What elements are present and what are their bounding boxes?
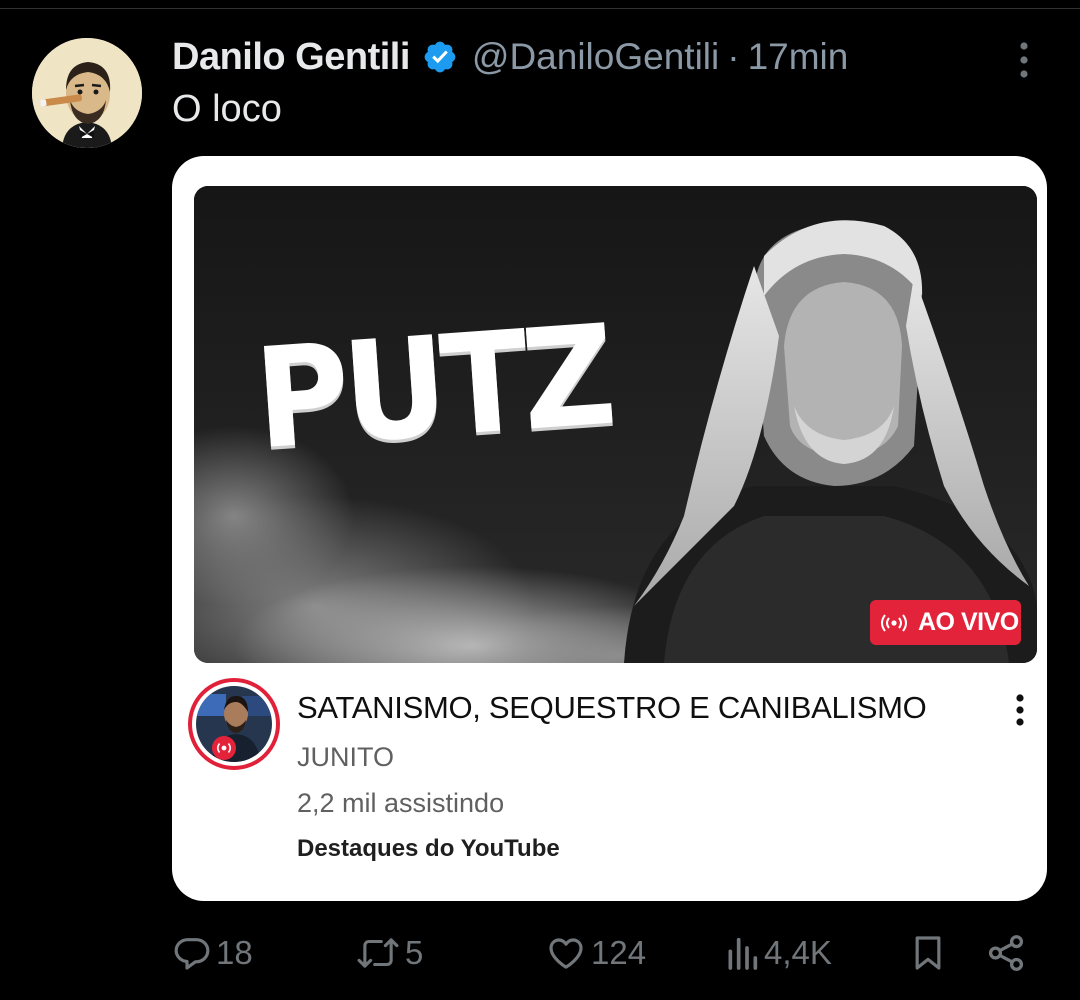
repost-button[interactable]: 5 bbox=[355, 925, 423, 981]
card-more-icon[interactable] bbox=[1002, 690, 1038, 730]
live-broadcast-icon bbox=[881, 613, 907, 632]
reply-icon bbox=[174, 938, 210, 970]
post-timestamp[interactable]: 17min bbox=[748, 36, 849, 78]
live-badge-label: AO VIVO bbox=[918, 608, 1019, 636]
repost-count: 5 bbox=[405, 934, 424, 971]
bookmark-button[interactable] bbox=[908, 925, 948, 981]
author-avatar[interactable] bbox=[32, 38, 142, 148]
author-handle[interactable]: @DaniloGentili bbox=[472, 36, 719, 78]
heart-icon bbox=[549, 938, 583, 969]
top-divider bbox=[0, 8, 1080, 9]
more-vertical-icon[interactable] bbox=[1000, 36, 1048, 84]
bookmark-icon bbox=[915, 936, 941, 970]
repost-icon bbox=[357, 938, 399, 968]
like-count: 124 bbox=[591, 934, 647, 971]
like-button[interactable]: 124 bbox=[545, 925, 646, 981]
post-actions: 18 5 124 4,4K bbox=[0, 925, 1080, 981]
viewer-count: 2,2 mil assistindo bbox=[297, 788, 505, 818]
verified-badge-icon[interactable] bbox=[422, 39, 458, 75]
author-name[interactable]: Danilo Gentili bbox=[172, 36, 410, 79]
video-title[interactable]: SATANISMO, SEQUESTRO E CANIBALISMO bbox=[297, 690, 927, 726]
thumbnail-title: PUTZ bbox=[250, 295, 615, 481]
views-chart-icon bbox=[728, 937, 758, 970]
channel-name[interactable]: JUNITO bbox=[297, 742, 394, 773]
share-button[interactable] bbox=[984, 925, 1028, 981]
channel-avatar-image bbox=[196, 686, 272, 762]
card-source: Destaques do YouTube bbox=[297, 835, 560, 862]
video-thumbnail[interactable]: PUTZ AO VIVO bbox=[194, 186, 1037, 663]
header-separator: · bbox=[727, 36, 740, 77]
post-text: O loco bbox=[172, 88, 282, 130]
views-count: 4,4K bbox=[764, 934, 832, 971]
embedded-video-card[interactable]: PUTZ AO VIVO SATANISMO, SEQUESTRO E CANI… bbox=[172, 156, 1047, 901]
share-icon bbox=[988, 935, 1024, 971]
views-button[interactable]: 4,4K bbox=[724, 925, 832, 981]
channel-avatar[interactable] bbox=[188, 678, 280, 770]
reply-count: 18 bbox=[216, 934, 253, 971]
live-badge: AO VIVO bbox=[870, 600, 1021, 645]
post-header: Danilo Gentili @DaniloGentili · 17min bbox=[172, 34, 848, 80]
avatar-illustration bbox=[32, 38, 142, 148]
reply-button[interactable]: 18 bbox=[172, 925, 253, 981]
